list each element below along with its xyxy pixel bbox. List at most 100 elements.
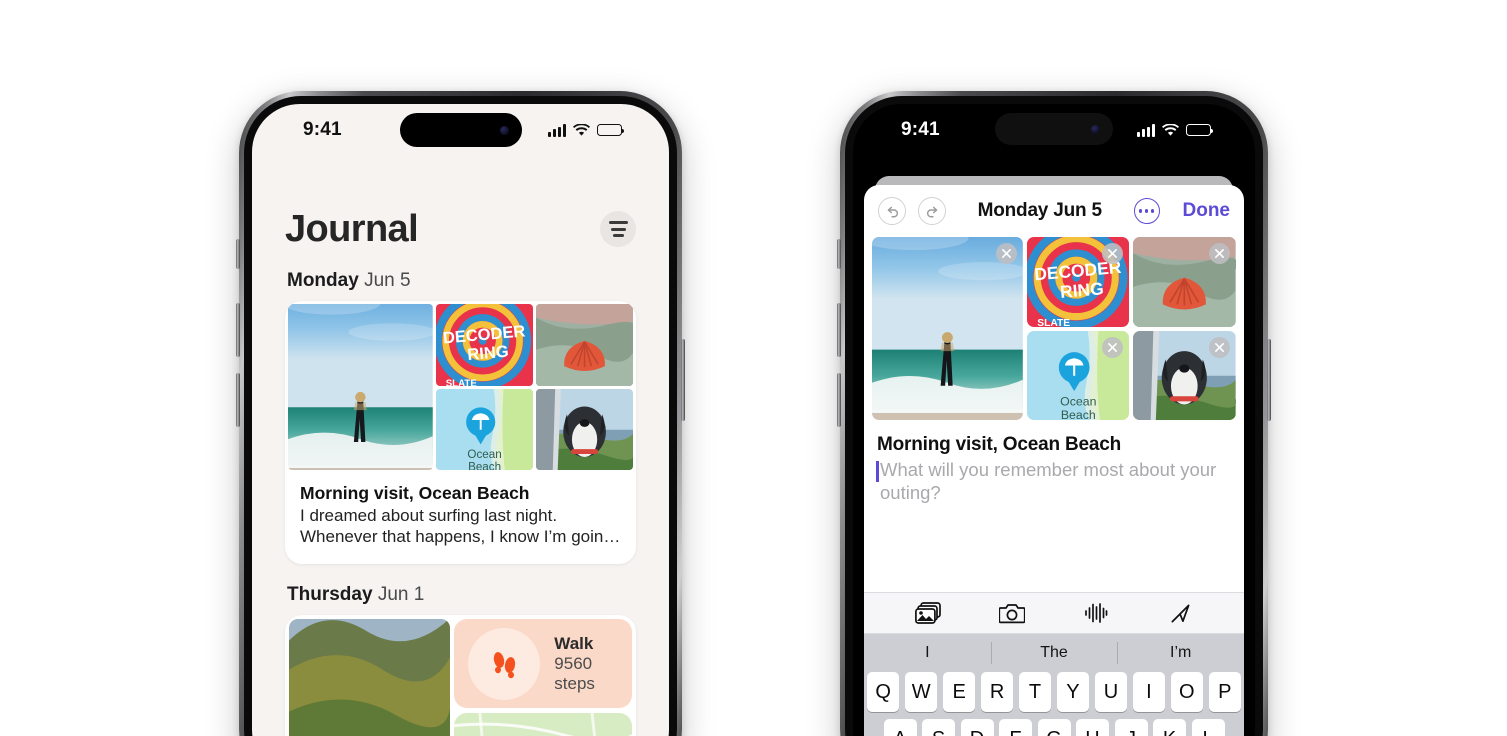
key-e[interactable]: E [942, 672, 976, 712]
volume-up-button[interactable] [837, 303, 841, 357]
dog-in-car-photo[interactable] [535, 388, 633, 470]
location-arrow-icon[interactable] [1166, 600, 1194, 626]
journal-header: Journal [252, 200, 669, 258]
prediction-word[interactable]: I [864, 644, 991, 662]
left-iphone-device: 9:41 Journal Monday Jun 5 DECODER RING S… [236, 91, 685, 736]
camera-icon[interactable] [998, 600, 1026, 626]
key-f[interactable]: F [999, 719, 1032, 736]
day-weekday: Thursday [287, 584, 373, 606]
entry-text-block: Morning visit, Ocean Beach I dreamed abo… [285, 473, 636, 564]
key-y[interactable]: Y [1056, 672, 1090, 712]
key-t[interactable]: T [1018, 672, 1052, 712]
page-title: Journal [285, 207, 419, 250]
audio-waveform-icon[interactable] [1082, 600, 1110, 626]
key-a[interactable]: A [883, 719, 917, 736]
key-u[interactable]: U [1094, 672, 1128, 712]
key-w[interactable]: W [904, 672, 938, 712]
day-date: Jun 1 [377, 584, 425, 606]
journal-entry-card-monday[interactable]: DECODER RING SLATE Ocean Beach Morning v… [285, 301, 636, 565]
editor-nav-bar: Monday Jun 5 Done [864, 185, 1244, 237]
remove-photo-button[interactable] [1209, 243, 1230, 264]
keyboard-row-2: A S D F G H J K L [864, 719, 1244, 736]
front-camera-icon [1091, 124, 1100, 134]
dog-in-car-photo[interactable] [1133, 330, 1236, 420]
activity-info: Walk 9560 steps [554, 634, 632, 694]
key-j[interactable]: J [1114, 719, 1148, 736]
route-map-card[interactable] [454, 712, 632, 736]
day-weekday: Monday [287, 270, 359, 291]
close-icon [1001, 249, 1011, 258]
mute-switch[interactable] [236, 239, 240, 269]
prediction-word[interactable]: I’m [1117, 644, 1244, 662]
key-d[interactable]: D [960, 719, 994, 736]
activity-name: Walk [554, 633, 594, 653]
volume-down-button[interactable] [236, 373, 240, 427]
power-button[interactable] [681, 339, 685, 421]
ocean-beach-map-card[interactable]: Ocean Beach [1026, 330, 1130, 420]
done-button[interactable]: Done [1183, 200, 1231, 222]
surfer-beach-photo[interactable] [288, 304, 433, 470]
entry-editor-sheet: Monday Jun 5 Done DECODER RING SLATE Oce… [864, 185, 1244, 736]
mute-switch[interactable] [837, 239, 841, 269]
key-h[interactable]: H [1076, 719, 1109, 736]
surfer-beach-photo[interactable] [872, 237, 1023, 420]
status-bar: 9:41 [252, 104, 669, 156]
ellipsis-circle-icon[interactable] [1133, 198, 1160, 224]
entry-title-field[interactable]: Morning visit, Ocean Beach [877, 434, 1231, 456]
prediction-word[interactable]: The [991, 644, 1118, 662]
journal-entry-card-thursday[interactable]: Walk 9560 steps [285, 615, 636, 736]
entry-photo-grid: DECODER RING SLATE Ocean Beach [285, 301, 636, 473]
remove-photo-button[interactable] [1102, 336, 1124, 358]
svg-text:Beach: Beach [1061, 407, 1096, 420]
poppy-field-photo[interactable] [289, 619, 451, 736]
power-button[interactable] [1267, 339, 1271, 421]
undo-icon[interactable] [878, 197, 906, 225]
close-icon [1215, 249, 1224, 258]
status-time: 9:41 [901, 119, 940, 140]
close-icon [1215, 342, 1224, 352]
battery-icon [1186, 123, 1213, 137]
editor-body: Morning visit, Ocean Beach What will you… [864, 420, 1244, 505]
seashell-photo[interactable] [1133, 237, 1236, 327]
virtual-keyboard: I The I’m Q W E R T Y U I O P [864, 634, 1244, 736]
svg-text:SLATE: SLATE [445, 379, 477, 386]
seashell-photo[interactable] [535, 304, 633, 386]
editor-attachment-toolbar [864, 592, 1244, 634]
key-l[interactable]: L [1191, 719, 1225, 736]
redo-icon[interactable] [918, 197, 946, 225]
key-r[interactable]: R [980, 672, 1014, 712]
filter-icon[interactable] [600, 211, 636, 247]
decoder-ring-podcast-art[interactable]: DECODER RING SLATE [1026, 237, 1130, 327]
svg-text:Ocean: Ocean [467, 447, 501, 460]
journal-editor-app: 9:41 Monday Jun 5 Done DECODER RING SLAT… [853, 104, 1255, 736]
key-g[interactable]: G [1037, 719, 1071, 736]
key-q[interactable]: Q [866, 672, 900, 712]
key-o[interactable]: O [1170, 672, 1204, 712]
activity-card-walk[interactable]: Walk 9560 steps [454, 619, 632, 708]
keyboard-prediction-bar: I The I’m [864, 634, 1244, 672]
cellular-bars-icon [548, 123, 566, 137]
front-camera-icon [499, 125, 509, 135]
editor-date-title: Monday Jun 5 [977, 200, 1102, 221]
key-i[interactable]: I [1132, 672, 1166, 712]
journal-entry-list[interactable]: Monday Jun 5 DECODER RING SLATE Ocean Be… [252, 264, 669, 736]
dynamic-island [399, 113, 522, 147]
decoder-ring-podcast-art[interactable]: DECODER RING SLATE [435, 304, 533, 386]
day-heading-monday: Monday Jun 5 [287, 270, 636, 292]
volume-up-button[interactable] [236, 303, 240, 357]
volume-down-button[interactable] [837, 373, 841, 427]
wifi-icon [1162, 123, 1179, 136]
key-s[interactable]: S [922, 719, 955, 736]
remove-photo-button[interactable] [1209, 336, 1230, 358]
key-k[interactable]: K [1153, 719, 1186, 736]
entry-text-input[interactable]: What will you remember most about your o… [876, 459, 1231, 505]
wifi-icon [573, 123, 590, 136]
svg-text:Beach: Beach [468, 460, 501, 470]
keyboard-row-1: Q W E R T Y U I O P [864, 672, 1244, 712]
status-indicators [1137, 123, 1213, 137]
remove-photo-button[interactable] [995, 243, 1017, 264]
status-time: 9:41 [303, 119, 342, 140]
key-p[interactable]: P [1208, 672, 1242, 712]
photo-library-icon[interactable] [914, 600, 942, 626]
ocean-beach-map-card[interactable]: Ocean Beach [435, 388, 533, 470]
